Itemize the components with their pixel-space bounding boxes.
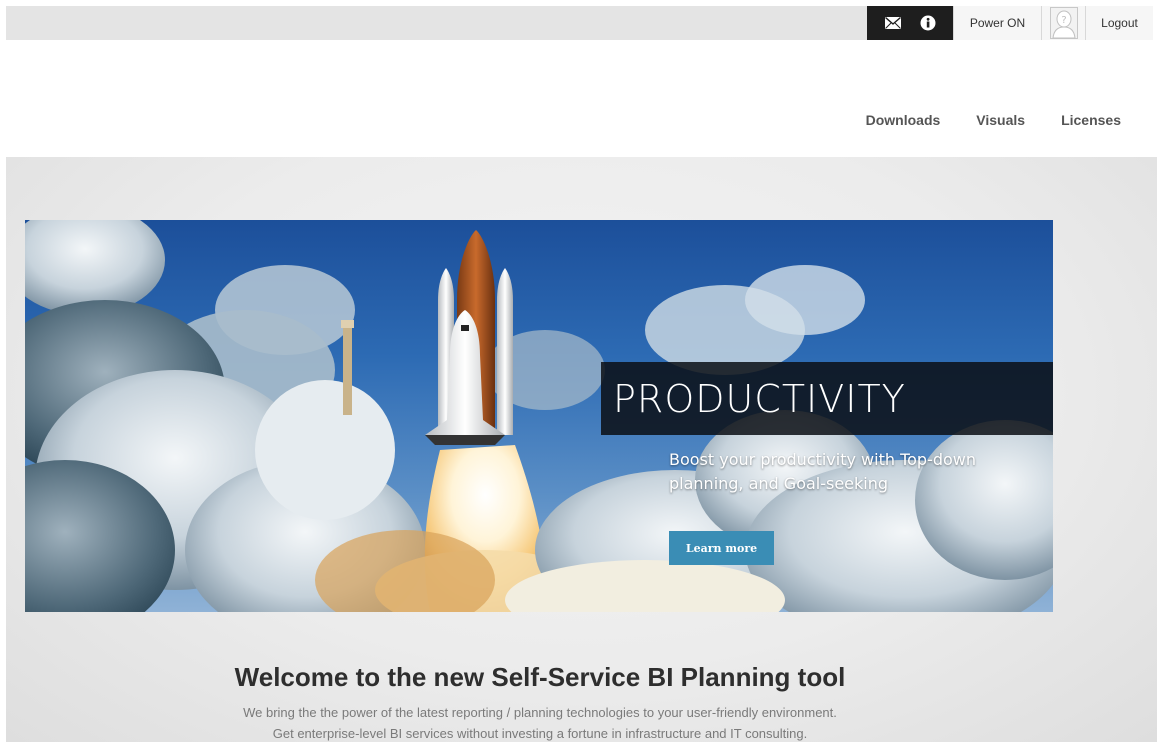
power-on-button[interactable]: Power ON [953, 6, 1041, 40]
welcome-line-1: We bring the the power of the latest rep… [243, 705, 837, 720]
svg-text:?: ? [1061, 15, 1066, 26]
mail-icon[interactable] [881, 11, 905, 35]
main-nav: Downloads Visuals Licenses [866, 112, 1121, 128]
user-avatar-icon: ? [1049, 7, 1078, 39]
info-icon[interactable] [916, 11, 940, 35]
welcome-line-2: Get enterprise-level BI services without… [272, 726, 808, 741]
top-utility-bar: Power ON ? Logout [6, 6, 1153, 40]
nav-item-licenses[interactable]: Licenses [1061, 112, 1121, 128]
welcome-title: Welcome to the new Self-Service BI Plann… [234, 662, 846, 692]
learn-more-button[interactable]: Learn more [669, 531, 774, 565]
hero-subtext: Boost your productivity with Top-down pl… [669, 450, 977, 493]
nav-item-downloads[interactable]: Downloads [866, 112, 941, 128]
notification-icons [867, 6, 953, 40]
hero-headline: PRODUCTIVITY [601, 362, 1053, 435]
avatar[interactable]: ? [1041, 6, 1085, 40]
hero-banner: PRODUCTIVITY Boost your productivity wit… [25, 220, 1053, 612]
topbar-actions: Power ON ? Logout [867, 6, 1153, 40]
nav-item-visuals[interactable]: Visuals [976, 112, 1025, 128]
logout-button[interactable]: Logout [1085, 6, 1153, 40]
